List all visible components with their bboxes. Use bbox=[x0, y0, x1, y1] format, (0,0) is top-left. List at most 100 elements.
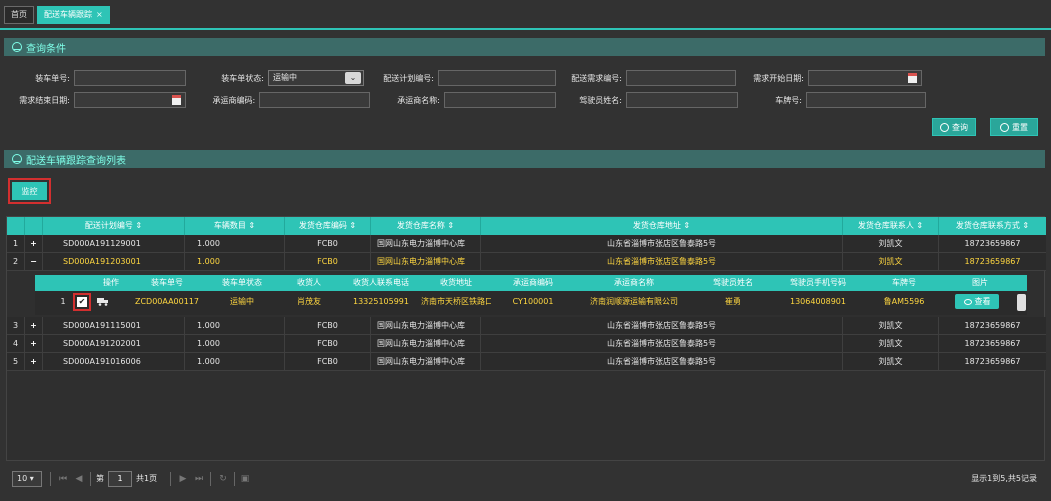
collapse-icon[interactable]: − bbox=[25, 253, 43, 271]
tab-vehicle-tracking[interactable]: 配送车辆跟踪 × bbox=[37, 6, 110, 24]
sub-table-row[interactable]: 1 ✔ ZCD00AA00117 运输中 肖茂友 13325105991 济南市… bbox=[35, 291, 1027, 313]
carrier-name-label: 承运商名称: bbox=[397, 95, 440, 105]
field-plan-no: 配送计划编号: bbox=[370, 70, 560, 86]
expand-icon[interactable]: + bbox=[25, 335, 43, 353]
expand-icon[interactable]: + bbox=[25, 317, 43, 335]
table-row[interactable]: 3 + SD000A191115001 1.000 FCB0 国网山东电力淄博中… bbox=[7, 317, 1046, 335]
refresh-icon[interactable]: ↻ bbox=[216, 471, 230, 487]
cell-warehouse-name: 国网山东电力淄博中心库 bbox=[371, 335, 481, 353]
carrier-name-input[interactable] bbox=[444, 92, 556, 108]
close-icon[interactable]: × bbox=[96, 7, 103, 23]
list-section-header: 配送车辆跟踪查询列表 bbox=[4, 150, 1045, 168]
cell-warehouse-phone: 18723659867 bbox=[964, 357, 1021, 366]
prev-page-icon[interactable]: ◀ bbox=[72, 471, 86, 487]
view-image-button[interactable]: 查看 bbox=[955, 294, 999, 309]
tab-home[interactable]: 首页 bbox=[4, 6, 34, 24]
demand-end-input[interactable] bbox=[74, 92, 186, 108]
header-warehouse-name[interactable]: 发货仓库名称 ⇕ bbox=[371, 217, 481, 235]
demand-no-label: 配送需求编号: bbox=[571, 73, 622, 83]
app-root: 首页 配送车辆跟踪 × 查询条件 装车单号: 装车单状态: 运输中 ⌄ 配送计划… bbox=[0, 0, 1051, 501]
row-index: 1 bbox=[7, 235, 25, 253]
cell-warehouse-address: 山东省淄博市张店区鲁泰路5号 bbox=[481, 253, 843, 271]
tab-underline bbox=[0, 28, 1051, 30]
sub-cell-loading-no: ZCD00AA00117 bbox=[134, 297, 200, 306]
loading-no-label: 装车单号: bbox=[35, 73, 70, 83]
sub-cell-receiver: 肖茂友 bbox=[297, 297, 321, 306]
pager-divider bbox=[90, 472, 91, 486]
sub-header-address: 收货地址 bbox=[440, 278, 472, 287]
expand-icon[interactable]: + bbox=[25, 235, 43, 253]
pager-divider bbox=[234, 472, 235, 486]
cell-vehicle-count: 1.000 bbox=[185, 317, 285, 335]
list-section-title: 配送车辆跟踪查询列表 bbox=[26, 155, 126, 167]
cell-warehouse-code: FCB0 bbox=[285, 317, 371, 335]
calendar-icon[interactable] bbox=[172, 95, 181, 105]
header-warehouse-address[interactable]: 发货仓库地址 ⇕ bbox=[481, 217, 843, 235]
demand-no-input[interactable] bbox=[626, 70, 736, 86]
table-row[interactable]: 4 + SD000A191202001 1.000 FCB0 国网山东电力淄博中… bbox=[7, 335, 1046, 353]
checkbox-icon[interactable]: ✔ bbox=[77, 297, 87, 307]
cell-vehicle-count: 1.000 bbox=[185, 353, 285, 371]
reset-button[interactable]: 重置 bbox=[990, 118, 1038, 136]
sub-table-scrollbar[interactable] bbox=[1017, 294, 1026, 311]
sub-header-action: 操作 bbox=[103, 278, 119, 287]
loading-status-select[interactable]: 运输中 ⌄ bbox=[268, 70, 364, 86]
header-vehicle-count[interactable]: 车辆数目 ⇕ bbox=[185, 217, 285, 235]
row-index: 4 bbox=[7, 335, 25, 353]
monitor-button-label: 监控 bbox=[21, 186, 38, 196]
table-row[interactable]: 1 + SD000A191129001 1.000 FCB0 国网山东电力淄博中… bbox=[7, 235, 1046, 253]
header-warehouse-code[interactable]: 发货仓库编码 ⇕ bbox=[285, 217, 371, 235]
first-page-icon[interactable]: ⏮ bbox=[56, 471, 70, 487]
page-size-select[interactable]: 10 ▾ bbox=[12, 471, 42, 487]
loading-status-value: 运输中 bbox=[273, 73, 297, 82]
search-button[interactable]: 查询 bbox=[932, 118, 976, 136]
cell-warehouse-phone: 18723659867 bbox=[964, 257, 1021, 266]
monitor-button[interactable]: 监控 bbox=[12, 182, 47, 200]
demand-start-input[interactable] bbox=[808, 70, 922, 86]
expand-icon[interactable]: + bbox=[25, 353, 43, 371]
cell-warehouse-name: 国网山东电力淄博中心库 bbox=[371, 353, 481, 371]
cell-vehicle-count: 1.000 bbox=[185, 335, 285, 353]
table-row[interactable]: 5 + SD000A191016006 1.000 FCB0 国网山东电力淄博中… bbox=[7, 353, 1046, 371]
cell-warehouse-address: 山东省淄博市张店区鲁泰路5号 bbox=[481, 235, 843, 253]
chevron-down-icon[interactable]: ⌄ bbox=[345, 72, 361, 84]
truck-icon[interactable] bbox=[97, 297, 109, 306]
user-icon bbox=[12, 42, 22, 52]
cell-warehouse-code: FCB0 bbox=[285, 235, 371, 253]
sub-header-loading-no: 装车单号 bbox=[151, 278, 183, 287]
export-icon[interactable]: ▣ bbox=[238, 471, 252, 487]
pager-divider bbox=[170, 472, 171, 486]
cell-warehouse-name: 国网山东电力淄博中心库 bbox=[371, 235, 481, 253]
reset-icon bbox=[1000, 122, 1009, 132]
calendar-icon[interactable] bbox=[908, 73, 917, 83]
sub-row-index: 1 bbox=[60, 297, 66, 306]
plan-no-input[interactable] bbox=[438, 70, 556, 86]
cell-warehouse-address: 山东省淄博市张店区鲁泰路5号 bbox=[481, 335, 843, 353]
field-loading-no: 装车单号: bbox=[4, 70, 190, 86]
view-image-label: 查看 bbox=[974, 297, 991, 306]
header-plan-no[interactable]: 配送计划编号 ⇕ bbox=[43, 217, 185, 235]
pager-info: 显示1到5,共5记录 bbox=[971, 474, 1037, 483]
plate-no-label: 车牌号: bbox=[775, 95, 802, 105]
plate-no-input[interactable] bbox=[806, 92, 926, 108]
sub-header-carrier-code: 承运商编码 bbox=[513, 278, 553, 287]
loading-no-input[interactable] bbox=[74, 70, 186, 86]
field-carrier-name: 承运商名称: bbox=[370, 92, 560, 108]
header-warehouse-phone[interactable]: 发货仓库联系方式 ⇕ bbox=[939, 217, 1046, 235]
query-section-title: 查询条件 bbox=[26, 43, 66, 55]
sub-header-status: 装车单状态 bbox=[222, 278, 262, 287]
last-page-icon[interactable]: ⏭ bbox=[192, 471, 206, 487]
cell-plan-no: SD000A191115001 bbox=[43, 317, 185, 335]
next-page-icon[interactable]: ▶ bbox=[176, 471, 190, 487]
carrier-code-input[interactable] bbox=[259, 92, 370, 108]
row-index: 5 bbox=[7, 353, 25, 371]
field-carrier-code: 承运商编码: bbox=[190, 92, 370, 108]
header-warehouse-contact[interactable]: 发货仓库联系人 ⇕ bbox=[843, 217, 939, 235]
page-number-input[interactable]: 1 bbox=[108, 471, 132, 487]
row-index: 2 bbox=[7, 253, 25, 271]
pagination-bar: 10 ▾ ⏮ ◀ 第 1 共1页 ▶ ⏭ ↻ ▣ 显示1到5,共5记录 bbox=[6, 466, 1045, 492]
table-row[interactable]: 2 − SD000A191203001 1.000 FCB0 国网山东电力淄博中… bbox=[7, 253, 1046, 271]
sub-header-plate: 车牌号 bbox=[892, 278, 916, 287]
driver-name-input[interactable] bbox=[626, 92, 738, 108]
row-index: 3 bbox=[7, 317, 25, 335]
